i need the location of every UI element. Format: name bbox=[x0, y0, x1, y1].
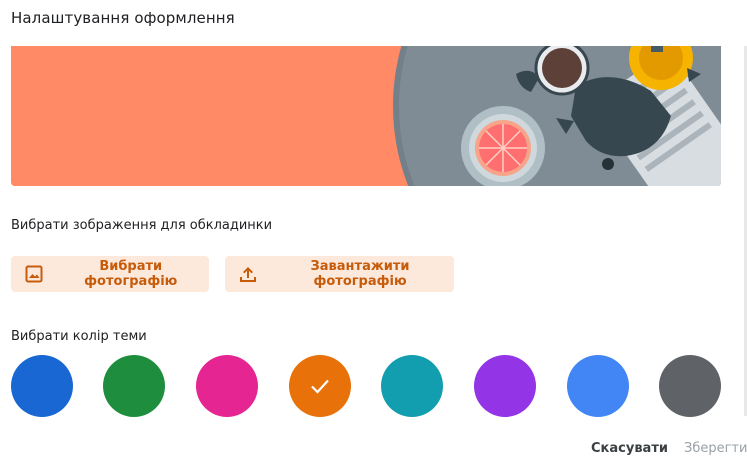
cancel-button[interactable]: Скасувати bbox=[591, 441, 668, 456]
color-swatch-blue[interactable] bbox=[11, 355, 73, 417]
upload-photo-button[interactable]: Завантажити фотографію bbox=[225, 256, 454, 292]
select-photo-label: Вибрати фотографію bbox=[84, 259, 178, 289]
color-swatch-purple[interactable] bbox=[474, 355, 536, 417]
image-icon bbox=[24, 264, 44, 284]
upload-icon bbox=[238, 264, 257, 284]
color-swatch-teal[interactable] bbox=[381, 355, 443, 417]
cover-image-banner bbox=[11, 46, 721, 186]
color-swatch-green[interactable] bbox=[103, 355, 165, 417]
cover-section-label: Вибрати зображення для обкладинки bbox=[11, 218, 273, 233]
color-swatch-pink[interactable] bbox=[196, 355, 258, 417]
color-swatch-orange[interactable] bbox=[289, 355, 351, 417]
check-icon bbox=[311, 379, 329, 394]
color-swatch-grey[interactable] bbox=[659, 355, 721, 417]
save-button[interactable]: Зберегти bbox=[684, 441, 747, 456]
banner-illustration bbox=[11, 46, 721, 186]
color-swatch-light-blue[interactable] bbox=[567, 355, 629, 417]
upload-photo-label: Завантажити фотографію bbox=[310, 259, 410, 289]
dialog-title: Налаштування оформлення bbox=[11, 9, 235, 27]
color-section-label: Вибрати колір теми bbox=[11, 329, 147, 344]
select-photo-button[interactable]: Вибрати фотографію bbox=[11, 256, 209, 292]
